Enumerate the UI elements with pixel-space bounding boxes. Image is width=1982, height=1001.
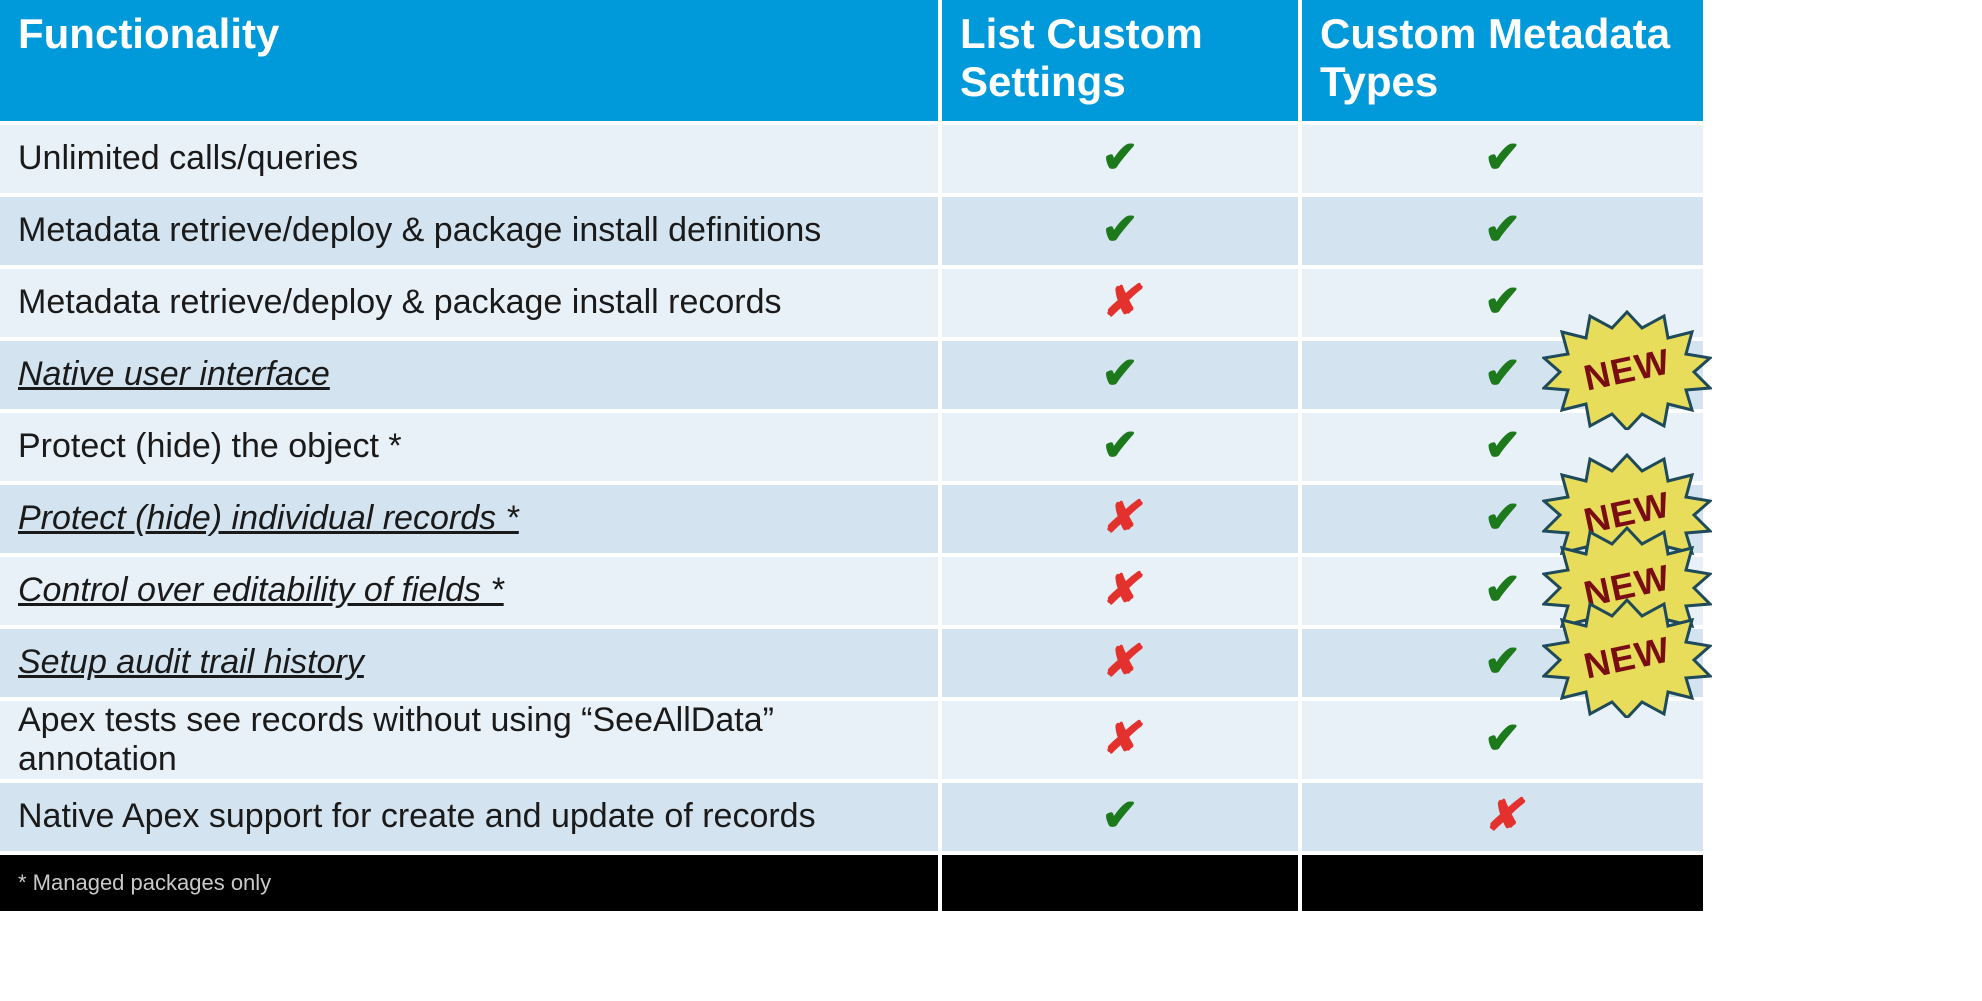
table-row: Native Apex support for create and updat… bbox=[0, 781, 1703, 853]
table-row: Protect (hide) individual records * ✘ ✔ bbox=[0, 483, 1703, 555]
row-label-text: Protect (hide) the object * bbox=[18, 427, 402, 465]
check-icon: ✔ bbox=[1102, 352, 1139, 396]
cell-col-a: ✘ bbox=[940, 699, 1300, 781]
check-icon: ✔ bbox=[1102, 136, 1139, 180]
check-icon: ✔ bbox=[1484, 208, 1521, 252]
row-label-text: Control over editability of fields * bbox=[18, 571, 504, 609]
header-functionality: Functionality bbox=[0, 0, 940, 123]
table-row: Unlimited calls/queries ✔ ✔ bbox=[0, 123, 1703, 195]
cell-col-b: ✔ bbox=[1300, 195, 1703, 267]
cross-icon: ✘ bbox=[1102, 717, 1139, 761]
cross-icon: ✘ bbox=[1102, 496, 1139, 540]
cell-col-b: ✔ bbox=[1300, 411, 1703, 483]
row-label: Native Apex support for create and updat… bbox=[0, 781, 940, 853]
row-label: Protect (hide) the object * bbox=[0, 411, 940, 483]
comparison-table: Functionality List Custom Settings Custo… bbox=[0, 0, 1703, 911]
row-label-text: Metadata retrieve/deploy & package insta… bbox=[18, 283, 782, 321]
cell-col-b: ✔ bbox=[1300, 267, 1703, 339]
cell-col-a: ✔ bbox=[940, 339, 1300, 411]
row-label: Setup audit trail history bbox=[0, 627, 940, 699]
row-label-text: Setup audit trail history bbox=[18, 643, 364, 681]
table-row: Setup audit trail history ✘ ✔ bbox=[0, 627, 1703, 699]
cross-icon: ✘ bbox=[1102, 568, 1139, 612]
row-label: Apex tests see records without using “Se… bbox=[0, 699, 940, 781]
check-icon: ✔ bbox=[1484, 136, 1521, 180]
check-icon: ✔ bbox=[1484, 717, 1521, 761]
footer-cell-b bbox=[1300, 853, 1703, 911]
row-label-text: Metadata retrieve/deploy & package insta… bbox=[18, 211, 821, 249]
footer-cell-a bbox=[940, 853, 1300, 911]
cross-icon: ✘ bbox=[1102, 280, 1139, 324]
table-row: Control over editability of fields * ✘ ✔ bbox=[0, 555, 1703, 627]
cell-col-a: ✘ bbox=[940, 555, 1300, 627]
page: Functionality List Custom Settings Custo… bbox=[0, 0, 1982, 1001]
cell-col-a: ✔ bbox=[940, 123, 1300, 195]
check-icon: ✔ bbox=[1484, 352, 1521, 396]
row-label-text: Protect (hide) individual records * bbox=[18, 499, 519, 537]
table-row: Apex tests see records without using “Se… bbox=[0, 699, 1703, 781]
cell-col-b: ✔ bbox=[1300, 483, 1703, 555]
cell-col-a: ✔ bbox=[940, 195, 1300, 267]
table-footer-row: * Managed packages only bbox=[0, 853, 1703, 911]
check-icon: ✔ bbox=[1484, 640, 1521, 684]
cell-col-b: ✔ bbox=[1300, 339, 1703, 411]
row-label: Unlimited calls/queries bbox=[0, 123, 940, 195]
row-label-text: Apex tests see records without using “Se… bbox=[18, 701, 774, 778]
cross-icon: ✘ bbox=[1102, 640, 1139, 684]
cell-col-a: ✘ bbox=[940, 627, 1300, 699]
check-icon: ✔ bbox=[1484, 496, 1521, 540]
cell-col-b: ✔ bbox=[1300, 555, 1703, 627]
row-label: Metadata retrieve/deploy & package insta… bbox=[0, 267, 940, 339]
table-header-row: Functionality List Custom Settings Custo… bbox=[0, 0, 1703, 123]
cell-col-b: ✔ bbox=[1300, 123, 1703, 195]
check-icon: ✔ bbox=[1484, 280, 1521, 324]
check-icon: ✔ bbox=[1484, 424, 1521, 468]
row-label: Control over editability of fields * bbox=[0, 555, 940, 627]
cell-col-b: ✔ bbox=[1300, 627, 1703, 699]
cell-col-a: ✔ bbox=[940, 781, 1300, 853]
row-label-text: Unlimited calls/queries bbox=[18, 139, 358, 177]
cell-col-b: ✔ bbox=[1300, 699, 1703, 781]
row-label-text: Native user interface bbox=[18, 355, 330, 393]
header-custom-metadata-types: Custom Metadata Types bbox=[1300, 0, 1703, 123]
footnote: * Managed packages only bbox=[0, 853, 940, 911]
row-label: Protect (hide) individual records * bbox=[0, 483, 940, 555]
check-icon: ✔ bbox=[1102, 424, 1139, 468]
cell-col-b: ✘ bbox=[1300, 781, 1703, 853]
check-icon: ✔ bbox=[1484, 568, 1521, 612]
comparison-table-wrap: Functionality List Custom Settings Custo… bbox=[0, 0, 1703, 911]
row-label: Native user interface bbox=[0, 339, 940, 411]
table-row: Native user interface ✔ ✔ bbox=[0, 339, 1703, 411]
header-list-custom-settings: List Custom Settings bbox=[940, 0, 1300, 123]
table-row: Metadata retrieve/deploy & package insta… bbox=[0, 195, 1703, 267]
table-row: Metadata retrieve/deploy & package insta… bbox=[0, 267, 1703, 339]
cell-col-a: ✘ bbox=[940, 483, 1300, 555]
check-icon: ✔ bbox=[1102, 794, 1139, 838]
table-row: Protect (hide) the object * ✔ ✔ bbox=[0, 411, 1703, 483]
check-icon: ✔ bbox=[1102, 208, 1139, 252]
row-label-text: Native Apex support for create and updat… bbox=[18, 797, 816, 835]
cell-col-a: ✔ bbox=[940, 411, 1300, 483]
cell-col-a: ✘ bbox=[940, 267, 1300, 339]
cross-icon: ✘ bbox=[1484, 794, 1521, 838]
row-label: Metadata retrieve/deploy & package insta… bbox=[0, 195, 940, 267]
